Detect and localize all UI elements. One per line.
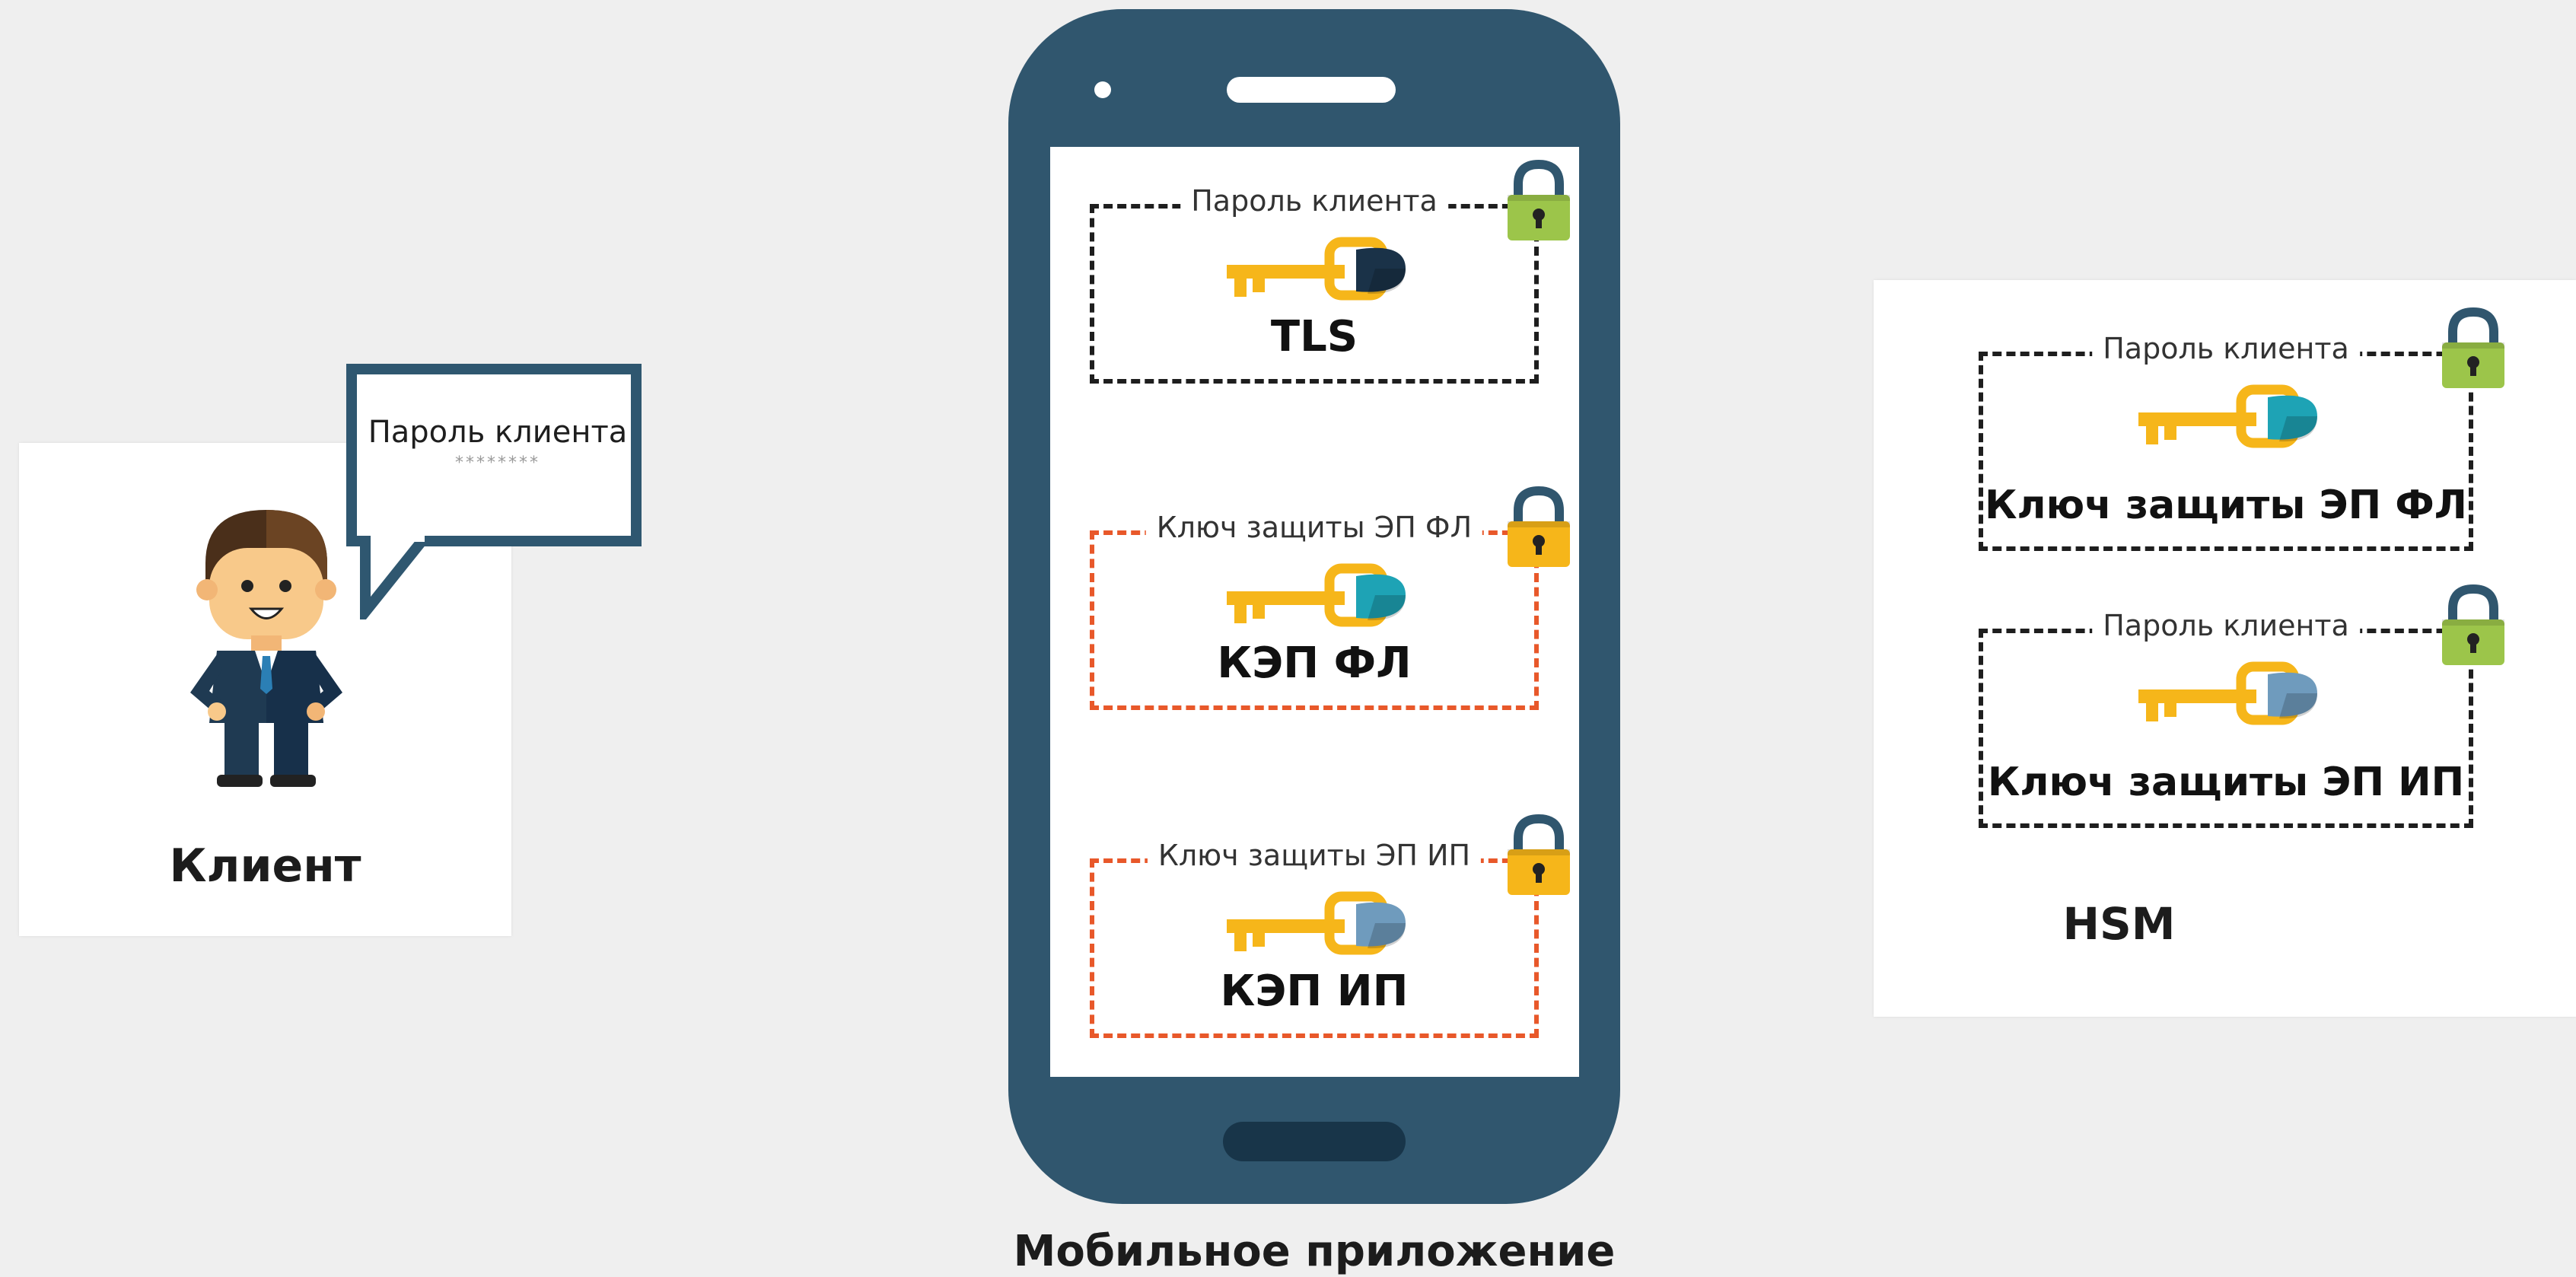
key-container-title: Ключ защиты ЭП ФЛ	[1145, 511, 1483, 544]
key-icon	[2131, 651, 2321, 738]
hsm-label: HSM	[2062, 898, 2176, 950]
key-container-title: Пароль клиента	[2092, 609, 2360, 642]
lock-icon	[1505, 814, 1573, 901]
key-container-label: TLS	[1270, 312, 1358, 361]
key-container-label: Ключ защиты ЭП ИП	[1987, 760, 2465, 805]
lock-icon	[1505, 486, 1573, 573]
camera-icon	[1094, 81, 1111, 98]
lock-icon	[1505, 159, 1573, 247]
key-icon	[1219, 881, 1409, 968]
lock-icon	[2439, 307, 2508, 394]
speech-bubble-tail	[360, 536, 431, 619]
lock-icon	[2439, 584, 2508, 671]
phone-label: Мобильное приложение	[1013, 1227, 1616, 1276]
speaker-icon	[1227, 77, 1396, 103]
key-icon	[1219, 553, 1409, 640]
key-container-label: КЭП ИП	[1220, 967, 1409, 1016]
key-container-label: Ключ защиты ЭП ФЛ	[1985, 482, 2467, 528]
bubble-password-mask: ********	[455, 454, 540, 473]
bubble-title: Пароль клиента	[368, 415, 628, 450]
key-container-title: Пароль клиента	[1180, 184, 1448, 218]
client-label: Клиент	[169, 839, 361, 893]
key-icon	[1219, 227, 1409, 314]
home-button	[1223, 1122, 1406, 1161]
key-icon	[2131, 374, 2321, 461]
person-icon	[190, 510, 342, 787]
key-container-title: Ключ защиты ЭП ИП	[1147, 839, 1482, 872]
key-container-title: Пароль клиента	[2092, 332, 2360, 365]
key-container-label: КЭП ФЛ	[1217, 638, 1412, 688]
